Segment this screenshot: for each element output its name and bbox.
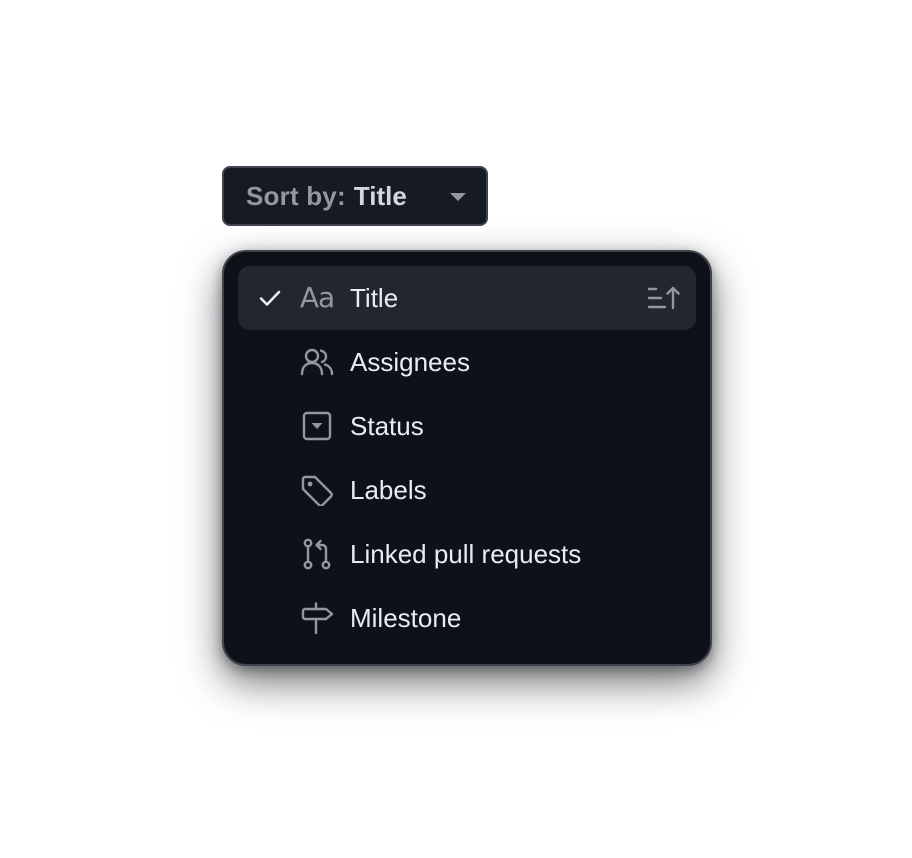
menu-item-label: Status	[350, 411, 424, 441]
menu-item-label: Milestone	[350, 603, 462, 633]
page: Sort by: Title Aa Title Assignees Status…	[0, 0, 912, 858]
triangle-down-icon	[450, 193, 466, 201]
menu-item-milestone[interactable]: Milestone	[238, 586, 696, 650]
git-pull-request-icon	[300, 538, 334, 570]
menu-item-assignees[interactable]: Assignees	[238, 330, 696, 394]
typography-icon-glyph: Aa	[299, 281, 335, 314]
menu-item-label: Linked pull requests	[350, 539, 582, 569]
tag-icon	[300, 474, 334, 506]
milestone-icon	[300, 602, 334, 634]
menu-item-label: Assignees	[350, 347, 470, 377]
sort-menu: Aa Title Assignees Status Labels Linked …	[222, 250, 712, 666]
menu-item-labels[interactable]: Labels	[238, 458, 696, 522]
sort-by-value: Title	[353, 180, 407, 211]
single-select-icon	[300, 410, 334, 442]
menu-item-label: Labels	[350, 475, 427, 505]
check-icon	[256, 284, 284, 312]
menu-item-linked-pull-requests[interactable]: Linked pull requests	[238, 522, 696, 586]
sort-by-button[interactable]: Sort by: Title	[222, 166, 488, 226]
sort-by-prefix: Sort by:	[246, 180, 346, 211]
sort-ascending-icon[interactable]	[646, 284, 680, 312]
menu-item-label: Title	[350, 283, 399, 313]
menu-item-status[interactable]: Status	[238, 394, 696, 458]
people-icon	[300, 346, 334, 378]
typography-icon: Aa	[299, 281, 335, 314]
menu-item-title[interactable]: Aa Title	[238, 266, 696, 330]
